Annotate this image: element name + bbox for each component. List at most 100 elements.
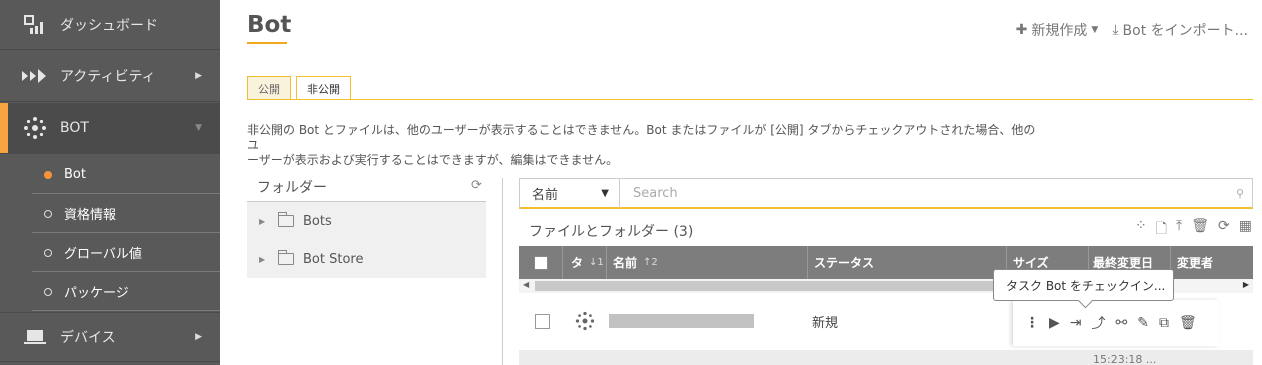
scroll-right-icon[interactable]: ▶ xyxy=(1243,280,1249,289)
plus-icon: ✚ xyxy=(1015,22,1028,38)
delete-icon[interactable]: 🗑 xyxy=(1179,315,1197,331)
radio-dot-icon xyxy=(44,209,52,218)
chevron-right-icon: ▶ xyxy=(195,71,202,81)
folder-tree: ▶ Bots ▶ Bot Store xyxy=(247,202,486,278)
folder-label: Bots xyxy=(303,213,332,229)
run-icon[interactable]: ▶ xyxy=(1049,315,1060,331)
caret-down-icon: ▼ xyxy=(1091,25,1099,35)
row-status: 新規 xyxy=(812,315,839,331)
description-line-2: ーザーが表示および実行することはできますが、編集はできません。 xyxy=(247,153,619,167)
active-dot-icon xyxy=(44,170,52,179)
scroll-left-icon[interactable]: ◀ xyxy=(523,280,529,289)
folder-label: Bot Store xyxy=(303,251,364,267)
description-line-1: 非公開の Bot とファイルは、他のユーザーが表示することはできません。Bot … xyxy=(247,123,1036,152)
table-row[interactable]: 15:23:18 ... xyxy=(519,350,1253,365)
radio-dot-icon xyxy=(44,287,52,296)
delete-icon[interactable]: 🗑 xyxy=(1191,218,1209,242)
sidebar-subitem-bot[interactable]: Bot xyxy=(32,156,220,194)
column-status[interactable]: ステータス xyxy=(808,246,1007,279)
refresh-icon[interactable]: ⟳ xyxy=(471,178,482,193)
page-title: Bot xyxy=(247,12,292,38)
check-in-icon[interactable]: ⇥ xyxy=(1070,315,1082,331)
sidebar-item-label: BOT xyxy=(60,120,89,136)
column-label: ステータス xyxy=(814,256,875,270)
select-all-cell xyxy=(519,246,563,279)
sidebar-subitem-credentials[interactable]: 資格情報 xyxy=(32,195,220,233)
sidebar-item-dashboard[interactable]: ダッシュボード xyxy=(0,0,220,50)
search-input[interactable] xyxy=(621,179,1231,208)
import-bot-button[interactable]: ⤓ Bot をインポート... xyxy=(1112,20,1248,40)
sidebar-item-bot[interactable]: BOT ▼ xyxy=(0,103,220,154)
column-label: 変更者 xyxy=(1177,256,1214,270)
row-checkbox-cell xyxy=(535,297,550,345)
header-actions: ✚ 新規作成 ▼ ⤓ Bot をインポート... xyxy=(1016,20,1248,40)
folders-title: フォルダー xyxy=(257,180,327,196)
folder-icon xyxy=(278,250,294,265)
radio-dot-icon xyxy=(44,248,52,257)
import-bot-label: Bot をインポート... xyxy=(1122,23,1248,39)
sidebar-item-activity[interactable]: アクティビティ ▶ xyxy=(0,51,220,102)
edit-icon[interactable]: ✎ xyxy=(1137,315,1149,331)
column-name[interactable]: 名前 ↑2 xyxy=(607,246,808,279)
sidebar-item-label: デバイス xyxy=(60,330,116,346)
sidebar-subitem-label: グローバル値 xyxy=(64,247,142,262)
active-accent-bar xyxy=(0,103,8,153)
copy-icon[interactable]: ⧉ xyxy=(1159,315,1169,331)
sidebar-subitem-global-values[interactable]: グローバル値 xyxy=(32,234,220,272)
sidebar: ダッシュボード アクティビティ ▶ BOT ▼ Bot 資格情報 グローバル値 … xyxy=(0,0,220,365)
new-button-label: 新規作成 xyxy=(1031,23,1088,39)
sidebar-subitem-packages[interactable]: パッケージ xyxy=(32,273,220,311)
panel-splitter[interactable] xyxy=(502,178,503,365)
bot-icon xyxy=(22,117,48,139)
download-icon: ⤓ xyxy=(1112,22,1119,38)
private-description: 非公開の Bot とファイルは、他のユーザーが表示することはできません。Bot … xyxy=(247,123,1047,168)
sidebar-item-label: ダッシュボード xyxy=(60,17,158,34)
expand-caret-icon[interactable]: ▶ xyxy=(259,217,265,226)
files-title: ファイルとフォルダー (3) xyxy=(529,224,694,240)
sidebar-subitem-label: Bot xyxy=(64,167,86,182)
sidebar-subitem-label: 資格情報 xyxy=(64,208,117,223)
tab-public[interactable]: 公開 xyxy=(247,76,291,100)
row-last-modified: 15:23:18 ... xyxy=(1093,353,1157,365)
caret-down-icon: ▼ xyxy=(601,188,609,199)
dashboard-icon xyxy=(22,14,48,36)
files-toolbar: ⁘ 🗋 ⤒ 🗑 ⟳ ▦ xyxy=(1135,218,1252,242)
scrollbar-thumb[interactable] xyxy=(535,281,1015,291)
search-field-value: 名前 xyxy=(532,188,559,203)
tooltip: タスク Bot をチェックイン... xyxy=(993,269,1174,301)
folder-item-bots[interactable]: ▶ Bots xyxy=(247,202,486,240)
sort-indicator: ↑2 xyxy=(643,257,658,268)
search-field-select[interactable]: 名前 ▼ xyxy=(520,179,620,208)
create-bot-icon[interactable]: ⁘ xyxy=(1135,218,1147,242)
binoculars-icon[interactable]: ⚯ xyxy=(1116,315,1128,331)
sidebar-item-devices[interactable]: デバイス ▶ xyxy=(0,312,220,362)
sidebar-item-label: アクティビティ xyxy=(60,69,156,85)
select-all-checkbox[interactable] xyxy=(533,255,548,270)
refresh-icon[interactable]: ⟳ xyxy=(1218,218,1230,242)
new-file-icon[interactable]: 🗋 xyxy=(1156,218,1167,242)
sort-indicator: ↓1 xyxy=(589,257,604,268)
columns-icon[interactable]: ▦ xyxy=(1239,218,1252,242)
folder-icon xyxy=(278,212,294,227)
analytics-icon[interactable]: ⤴ xyxy=(1092,313,1106,333)
column-label: 名前 xyxy=(613,256,638,270)
bot-type-icon xyxy=(575,297,595,345)
title-underline xyxy=(247,42,287,44)
row-name-redacted[interactable] xyxy=(609,297,754,345)
laptop-icon xyxy=(22,326,48,348)
tabs-divider xyxy=(247,99,1253,100)
row-checkbox[interactable] xyxy=(535,313,550,329)
new-button[interactable]: ✚ 新規作成 ▼ xyxy=(1016,20,1099,40)
expand-caret-icon[interactable]: ▶ xyxy=(259,255,265,264)
more-options-icon[interactable]: ⋮ xyxy=(1025,315,1039,331)
search-icon[interactable]: ⚲ xyxy=(1236,187,1244,200)
tab-private[interactable]: 非公開 xyxy=(296,76,351,100)
redacted-block xyxy=(609,314,754,328)
row-actions: ⋮ ▶ ⇥ ⤴ ⚯ ✎ ⧉ 🗑 xyxy=(1013,300,1219,346)
sidebar-subitem-label: パッケージ xyxy=(64,286,129,301)
upload-icon[interactable]: ⤒ xyxy=(1176,218,1182,242)
column-type[interactable]: タ ↓1 xyxy=(563,246,607,279)
folder-item-bot-store[interactable]: ▶ Bot Store xyxy=(247,240,486,278)
chevron-right-icon: ▶ xyxy=(195,332,202,342)
column-modified-by[interactable]: 変更者 xyxy=(1171,246,1253,279)
